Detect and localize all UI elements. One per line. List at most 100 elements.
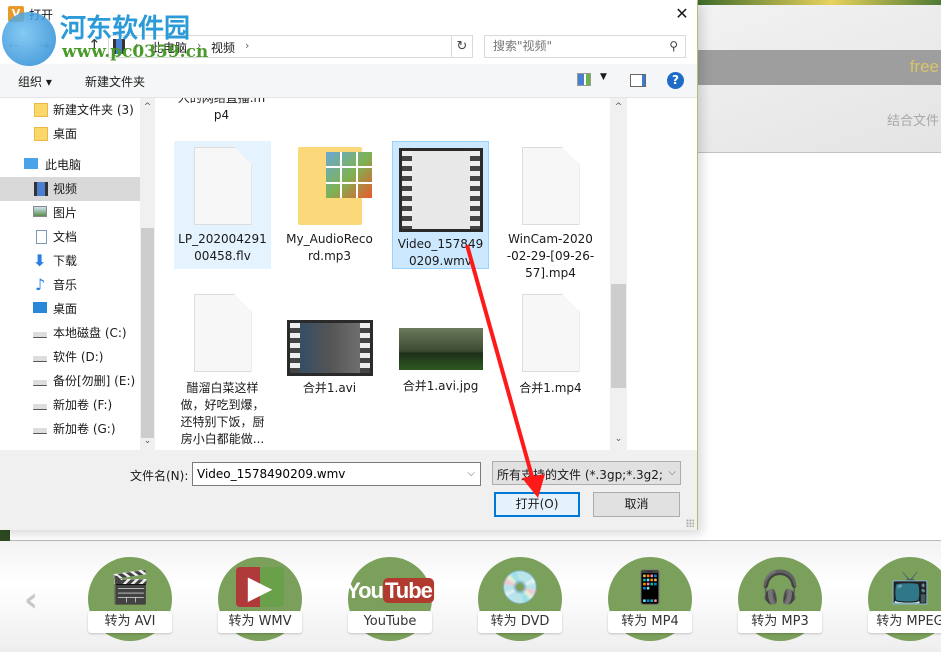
filename-combobox[interactable]: ⌵ [192, 462, 481, 486]
file-name: WinCam-2020-02-29-[09-26-57].mp4 [506, 232, 595, 280]
chevron-down-icon[interactable]: ⌵ [467, 468, 475, 479]
carousel-prev-button[interactable]: ‹ [24, 580, 38, 620]
forward-button[interactable]: → [38, 38, 50, 54]
file-item-selected[interactable]: Video_1578490209.wmv [392, 141, 489, 269]
sidebar-item-new-folder-3[interactable]: 新建文件夹 (3) [0, 98, 140, 122]
file-name: 合并1.avi [302, 381, 357, 395]
converter-label: 转为 DVD [478, 611, 562, 633]
file-icon [193, 147, 252, 225]
chevron-down-icon[interactable]: ⌵ [668, 467, 676, 478]
convert-to-mpeg-button[interactable]: 📺 转为 MPEG [868, 557, 941, 641]
navigation-pane-scrollbar[interactable]: ^ ⌄ [140, 98, 155, 450]
convert-to-dvd-button[interactable]: 💿 转为 DVD [478, 557, 562, 641]
sidebar-item-drive-g[interactable]: 新加卷 (G:) [0, 417, 140, 441]
organize-button[interactable]: 组织 ▾ [18, 73, 52, 90]
file-item[interactable]: 合并1.avi [281, 288, 378, 397]
convert-to-avi-button[interactable]: 🎬 转为 AVI [88, 557, 172, 641]
preview-pane [627, 98, 697, 450]
help-icon[interactable]: ? [667, 72, 684, 89]
file-icon [521, 294, 580, 372]
view-options-dropdown[interactable]: ▼ [600, 72, 607, 82]
sidebar-item-pictures[interactable]: 图片 [0, 201, 140, 225]
download-icon: ⬇ [33, 251, 47, 270]
file-name: My_AudioRecord.mp3 [286, 232, 373, 263]
folder-icon [34, 127, 48, 141]
navigation-pane: 新建文件夹 (3) 桌面 此电脑 视频 图片 文档 ⬇ 下载 ♪ 音乐 桌面 本地磁… [0, 98, 155, 450]
scroll-up-arrow[interactable]: ^ [610, 102, 627, 112]
new-folder-button[interactable]: 新建文件夹 [85, 73, 145, 90]
change-view-icon[interactable] [577, 73, 591, 86]
drive-icon [33, 428, 47, 434]
search-box[interactable]: ⚲ [484, 35, 686, 58]
scroll-up-arrow[interactable]: ^ [140, 102, 155, 112]
file-list: 人的网络直播.mp4 LP_20200429100458.flv My_Audi… [155, 98, 610, 450]
scroll-down-arrow[interactable]: ⌄ [140, 436, 155, 446]
folder-with-images-icon [297, 147, 372, 225]
chevron-right-icon[interactable]: › [197, 39, 201, 52]
scroll-down-arrow[interactable]: ⌄ [610, 434, 627, 444]
search-icon[interactable]: ⚲ [669, 39, 678, 53]
sidebar-item-downloads[interactable]: ⬇ 下载 [0, 249, 140, 273]
sidebar-item-label: 文档 [53, 230, 78, 244]
desktop-icon [33, 302, 47, 313]
preview-pane-toggle-icon[interactable] [630, 74, 646, 87]
convert-to-youtube-button[interactable]: YouTube YouTube [346, 557, 434, 641]
address-bar[interactable]: › 此电脑 › 视频 › ⌵ [108, 35, 550, 58]
file-type-filter-select[interactable]: 所有支持的文件 (*.3gp;*.3g2;* ⌵ [492, 461, 681, 485]
sidebar-item-label: 新加卷 (G:) [53, 422, 116, 436]
sidebar-item-drive-c[interactable]: 本地磁盘 (C:) [0, 321, 140, 345]
sidebar-item-drive-e[interactable]: 备份[勿删] (E:) [0, 369, 140, 393]
back-button[interactable]: ← [8, 38, 20, 54]
file-item[interactable]: 醋溜白菜这样做，好吃到爆，还特别下饭，厨房小白都能做... [174, 288, 271, 448]
system-drive-icon [33, 332, 47, 338]
sidebar-item-drive-f[interactable]: 新加卷 (F:) [0, 393, 140, 417]
file-name: Video_1578490209.wmv [397, 237, 484, 268]
sidebar-item-label: 下载 [53, 254, 78, 268]
dvd-icon: 💿 [500, 568, 540, 606]
image-thumbnail [398, 328, 483, 370]
video-thumbnail [286, 320, 373, 376]
convert-to-mp4-button[interactable]: 📱 转为 MP4 [608, 557, 692, 641]
chevron-right-icon[interactable]: › [245, 39, 249, 52]
sidebar-item-label: 音乐 [53, 278, 78, 292]
sidebar-item-music[interactable]: ♪ 音乐 [0, 273, 140, 297]
cancel-button[interactable]: 取消 [593, 492, 680, 517]
close-button[interactable]: ✕ [667, 0, 697, 28]
scrollbar-thumb[interactable] [141, 228, 154, 438]
up-button[interactable]: ↑ [88, 36, 101, 54]
sidebar-item-desktop[interactable]: 桌面 [0, 297, 140, 321]
convert-to-mp3-button[interactable]: 🎧 转为 MP3 [738, 557, 822, 641]
chevron-right-icon[interactable]: › [135, 39, 139, 52]
music-icon: ♪ [35, 275, 46, 294]
sidebar-item-documents[interactable]: 文档 [0, 225, 140, 249]
file-item[interactable]: LP_20200429100458.flv [174, 141, 271, 269]
sidebar-item-label: 备份[勿删] (E:) [53, 374, 136, 388]
sidebar-item-label: 桌面 [53, 127, 78, 141]
breadcrumb-videos[interactable]: 视频 [211, 39, 235, 56]
open-button[interactable]: 打开(O) [494, 492, 580, 517]
file-list-scrollbar[interactable]: ^ ⌄ [610, 98, 627, 450]
file-type-filter-value: 所有支持的文件 (*.3gp;*.3g2;* [497, 468, 662, 482]
breadcrumb-this-pc[interactable]: 此电脑 [151, 39, 187, 56]
sidebar-item-drive-d[interactable]: 软件 (D:) [0, 345, 140, 369]
resize-grip[interactable] [686, 519, 694, 527]
file-item[interactable]: My_AudioRecord.mp3 [281, 141, 378, 269]
windows-media-icon: ▶ [236, 567, 284, 607]
sidebar-item-label: 视频 [53, 182, 78, 196]
filename-input[interactable] [197, 467, 457, 481]
sidebar-item-this-pc[interactable]: 此电脑 [0, 153, 140, 177]
convert-to-wmv-button[interactable]: ▶ 转为 WMV [218, 557, 302, 641]
refresh-button[interactable]: ↻ [451, 35, 473, 58]
file-item[interactable]: 合并1.mp4 [502, 288, 599, 397]
sidebar-item-videos[interactable]: 视频 [0, 177, 140, 201]
converter-label: 转为 AVI [88, 611, 172, 633]
file-item[interactable]: 人的网络直播.mp4 [173, 98, 270, 124]
command-toolbar: 组织 ▾ 新建文件夹 ▼ ? [0, 64, 697, 98]
search-input[interactable] [493, 39, 663, 53]
file-item[interactable]: WinCam-2020-02-29-[09-26-57].mp4 [502, 141, 599, 286]
file-name: LP_20200429100458.flv [178, 232, 267, 263]
scrollbar-thumb[interactable] [611, 284, 626, 388]
app-brand-logo: free [909, 57, 939, 76]
file-item[interactable]: 合并1.avi.jpg [392, 288, 489, 395]
sidebar-item-desktop-folder[interactable]: 桌面 [0, 122, 140, 146]
